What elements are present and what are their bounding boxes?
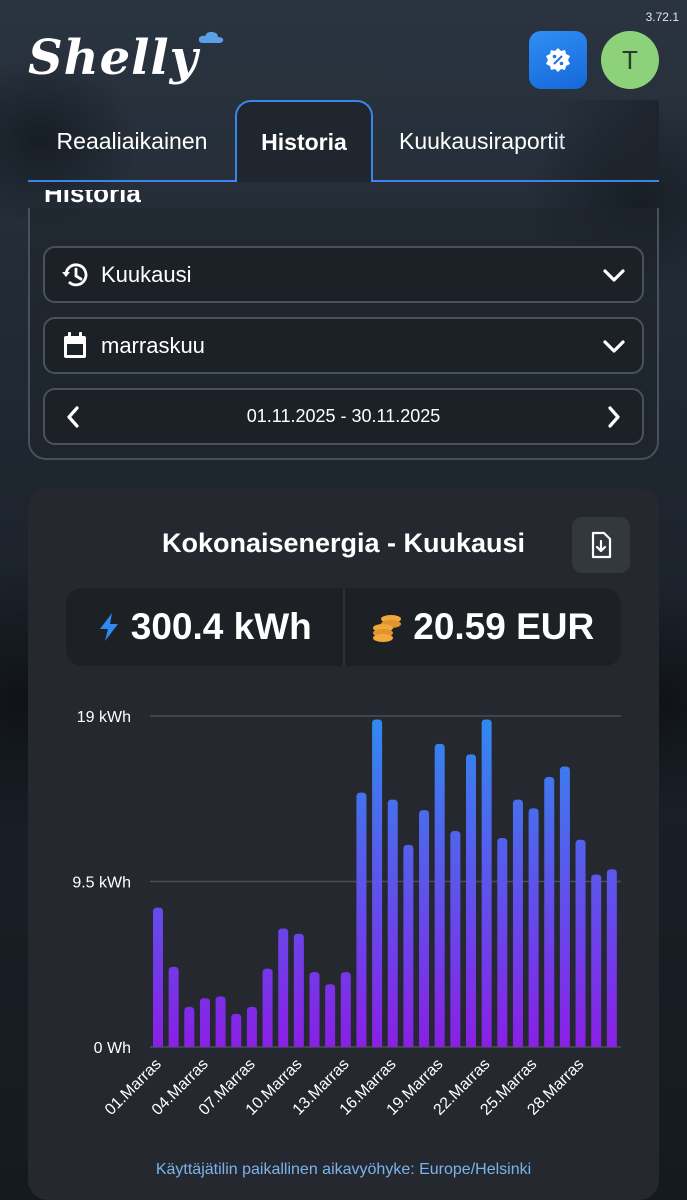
bar-17.Marras[interactable] [403, 844, 414, 1047]
timezone-note: Käyttäjätilin paikallinen aikavyöhyke: E… [155, 1161, 532, 1178]
lightning-icon [99, 613, 118, 641]
tab-realtime[interactable]: Reaaliaikainen [28, 100, 236, 182]
bar-19.Marras[interactable] [434, 743, 445, 1047]
bar-13.Marras[interactable] [340, 972, 351, 1047]
bar-04.Marras[interactable] [199, 998, 210, 1047]
bar-06.Marras[interactable] [231, 1013, 242, 1047]
download-file-icon [591, 531, 612, 559]
bar-07.Marras[interactable] [246, 1006, 257, 1047]
bar-05.Marras[interactable] [215, 996, 226, 1047]
bar-01.Marras[interactable] [153, 907, 163, 1047]
bar-26.Marras[interactable] [544, 776, 555, 1047]
bar-15.Marras[interactable] [372, 719, 383, 1047]
next-period-button[interactable] [586, 405, 642, 429]
history-title: Historia [44, 190, 141, 208]
bar-28.Marras[interactable] [575, 839, 586, 1047]
y-tick-label: 9.5 kWh [72, 875, 131, 892]
chevron-down-icon [603, 339, 625, 353]
bar-16.Marras[interactable] [387, 799, 398, 1047]
bar-09.Marras[interactable] [278, 928, 289, 1047]
date-range-selector: 01.11.2025 - 30.11.2025 [43, 388, 644, 445]
tab-bar: Reaaliaikainen Historia Kuukausiraportit [28, 100, 659, 182]
cost-stat: 20.59 EUR [342, 588, 622, 666]
summary-stats: 300.4 kWh 20.59 EUR [66, 588, 621, 666]
energy-bar-chart: 19 kWh9.5 kWh0 Wh01.Marras04.Marras07.Ma… [72, 709, 621, 1119]
user-avatar[interactable]: T [601, 31, 659, 89]
bar-29.Marras[interactable] [591, 874, 602, 1047]
chevron-left-icon [67, 405, 79, 428]
month-select[interactable]: marraskuu [43, 317, 644, 374]
shelly-logo: Shelly [28, 30, 199, 86]
y-tick-label: 19 kWh [77, 709, 131, 726]
bar-08.Marras[interactable] [262, 968, 273, 1047]
bar-25.Marras[interactable] [528, 808, 539, 1047]
chevron-down-icon [603, 268, 625, 282]
bar-23.Marras[interactable] [497, 837, 508, 1047]
bar-18.Marras[interactable] [419, 810, 430, 1047]
period-select[interactable]: Kuukausi [43, 246, 644, 303]
history-icon [62, 262, 88, 286]
download-button[interactable] [572, 517, 630, 573]
chevron-right-icon [608, 405, 620, 428]
coins-icon [373, 615, 402, 642]
tab-overflow-fade [548, 100, 659, 180]
calendar-icon [64, 331, 86, 358]
promo-button[interactable] [529, 31, 587, 89]
cost-total: 20.59 EUR [413, 606, 595, 647]
discount-badge-icon [546, 48, 570, 72]
bar-24.Marras[interactable] [512, 799, 523, 1047]
tab-monthly-reports-label: Kuukausiraportit [399, 127, 566, 154]
bar-11.Marras[interactable] [309, 972, 320, 1047]
bar-02.Marras[interactable] [168, 966, 179, 1047]
month-select-value: marraskuu [101, 332, 205, 358]
bar-12.Marras[interactable] [325, 984, 336, 1047]
bar-03.Marras[interactable] [184, 1006, 195, 1047]
energy-total: 300.4 kWh [130, 606, 312, 647]
bar-30.Marras[interactable] [606, 869, 617, 1047]
bar-27.Marras[interactable] [559, 766, 570, 1047]
bar-20.Marras[interactable] [450, 830, 461, 1047]
previous-period-button[interactable] [45, 405, 101, 429]
bar-21.Marras[interactable] [466, 754, 476, 1047]
bar-10.Marras[interactable] [293, 933, 304, 1047]
tab-history[interactable]: Historia [235, 100, 373, 182]
app-version: 3.72.1 [645, 10, 679, 24]
period-select-value: Kuukausi [101, 261, 192, 287]
date-range-label: 01.11.2025 - 30.11.2025 [246, 406, 441, 426]
y-tick-label: 0 Wh [94, 1040, 131, 1057]
bar-14.Marras[interactable] [356, 792, 367, 1047]
energy-stat: 300.4 kWh [66, 588, 343, 666]
cloud-icon [198, 31, 224, 43]
bar-22.Marras[interactable] [481, 719, 492, 1047]
